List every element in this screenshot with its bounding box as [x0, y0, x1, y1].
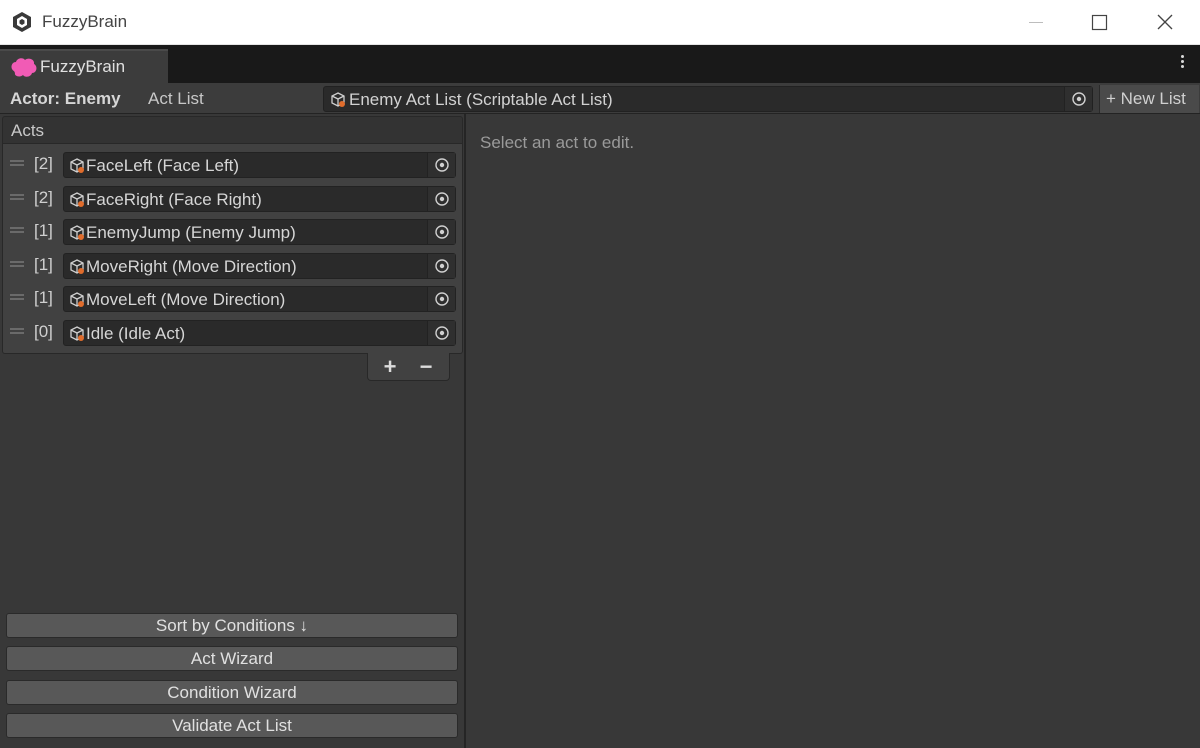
target-icon: [435, 326, 449, 340]
add-act-button[interactable]: +: [380, 354, 400, 380]
maximize-button[interactable]: [1068, 0, 1132, 45]
condition-wizard-label: Condition Wizard: [167, 683, 297, 702]
drag-handle-icon[interactable]: [10, 328, 24, 334]
list-item[interactable]: [0] Idle (Idle Act): [3, 316, 462, 348]
object-picker-button[interactable]: [1064, 87, 1092, 111]
target-icon: [435, 158, 449, 172]
act-priority: [1]: [34, 221, 53, 240]
maximize-icon: [1091, 14, 1108, 31]
acts-header-label: Acts: [11, 121, 45, 140]
sort-by-conditions-button[interactable]: Sort by Conditions ↓: [6, 613, 458, 638]
target-icon: [435, 292, 449, 306]
scriptable-object-icon: [70, 225, 84, 240]
unity-cube-icon: [13, 12, 31, 32]
act-list-label: Act List: [148, 89, 204, 108]
acts-panel: Acts [2] FaceLeft (Face Left) [2] FaceRi…: [0, 114, 466, 748]
target-icon: [1072, 92, 1086, 106]
validate-label: Validate Act List: [172, 716, 292, 735]
act-priority: [1]: [34, 255, 53, 274]
act-name: MoveRight (Move Direction): [86, 257, 297, 276]
close-icon: [1157, 14, 1173, 30]
object-picker-button[interactable]: [427, 254, 455, 278]
act-name: EnemyJump (Enemy Jump): [86, 223, 296, 242]
act-wizard-label: Act Wizard: [190, 649, 274, 668]
acts-list-header: Acts: [2, 116, 463, 144]
act-detail-panel: Select an act to edit.: [468, 114, 1200, 748]
more-options-icon[interactable]: [1172, 53, 1192, 77]
condition-wizard-button[interactable]: Condition Wizard: [6, 680, 458, 705]
act-object-field[interactable]: EnemyJump (Enemy Jump): [63, 219, 456, 245]
target-icon: [435, 259, 449, 273]
drag-handle-icon[interactable]: [10, 160, 24, 166]
act-object-field[interactable]: FaceLeft (Face Left): [63, 152, 456, 178]
list-item[interactable]: [1] MoveLeft (Move Direction): [3, 282, 462, 314]
toolbar: Actor: Enemy Act List Enemy Act List (Sc…: [0, 83, 1200, 114]
new-list-label: + New List: [1106, 89, 1186, 108]
scriptable-object-icon: [70, 158, 84, 173]
window-title: FuzzyBrain: [42, 12, 128, 31]
scriptable-object-icon: [70, 292, 84, 307]
close-button[interactable]: [1134, 0, 1198, 45]
tab-fuzzybrain[interactable]: FuzzyBrain: [0, 49, 168, 83]
select-act-hint: Select an act to edit.: [480, 133, 635, 152]
list-item[interactable]: [1] EnemyJump (Enemy Jump): [3, 215, 462, 247]
act-name: FaceRight (Face Right): [86, 190, 262, 209]
minimize-icon: [1029, 22, 1043, 23]
target-icon: [435, 225, 449, 239]
act-priority: [1]: [34, 288, 53, 307]
drag-handle-icon[interactable]: [10, 261, 24, 267]
object-picker-button[interactable]: [427, 220, 455, 244]
act-name: Idle (Idle Act): [86, 324, 186, 343]
editor-tab-strip: FuzzyBrain: [0, 45, 1200, 83]
target-icon: [435, 192, 449, 206]
act-priority: [0]: [34, 322, 53, 341]
act-list-value: Enemy Act List (Scriptable Act List): [349, 90, 613, 109]
act-object-field[interactable]: MoveLeft (Move Direction): [63, 286, 456, 312]
scriptable-object-icon: [70, 192, 84, 207]
window-title-bar: FuzzyBrain: [0, 0, 1200, 45]
act-object-field[interactable]: Idle (Idle Act): [63, 320, 456, 346]
act-object-field[interactable]: FaceRight (Face Right): [63, 186, 456, 212]
list-item[interactable]: [2] FaceLeft (Face Left): [3, 148, 462, 180]
act-name: FaceLeft (Face Left): [86, 156, 240, 175]
object-picker-button[interactable]: [427, 153, 455, 177]
minimize-button[interactable]: [1005, 0, 1069, 45]
act-name: MoveLeft (Move Direction): [86, 290, 286, 309]
act-object-field[interactable]: MoveRight (Move Direction): [63, 253, 456, 279]
drag-handle-icon[interactable]: [10, 194, 24, 200]
remove-act-button[interactable]: −: [416, 354, 436, 380]
list-item[interactable]: [2] FaceRight (Face Right): [3, 182, 462, 214]
list-add-remove-footer: + −: [367, 353, 450, 381]
object-picker-button[interactable]: [427, 287, 455, 311]
object-picker-button[interactable]: [427, 187, 455, 211]
brain-icon: [11, 58, 37, 77]
acts-list: [2] FaceLeft (Face Left) [2] FaceRight (…: [2, 144, 463, 354]
act-wizard-button[interactable]: Act Wizard: [6, 646, 458, 671]
act-priority: [2]: [34, 154, 53, 173]
list-item[interactable]: [1] MoveRight (Move Direction): [3, 249, 462, 281]
act-list-object-field[interactable]: Enemy Act List (Scriptable Act List): [323, 86, 1093, 112]
drag-handle-icon[interactable]: [10, 294, 24, 300]
scriptable-object-icon: [70, 259, 84, 274]
sort-button-label: Sort by Conditions ↓: [155, 616, 309, 635]
new-list-button[interactable]: + New List: [1099, 85, 1199, 113]
actor-label: Actor: Enemy: [10, 89, 121, 108]
validate-act-list-button[interactable]: Validate Act List: [6, 713, 458, 738]
tab-label: FuzzyBrain: [40, 57, 126, 76]
scriptable-object-icon: [70, 326, 84, 341]
act-priority: [2]: [34, 188, 53, 207]
object-picker-button[interactable]: [427, 321, 455, 345]
drag-handle-icon[interactable]: [10, 227, 24, 233]
scriptable-object-icon: [331, 92, 345, 107]
